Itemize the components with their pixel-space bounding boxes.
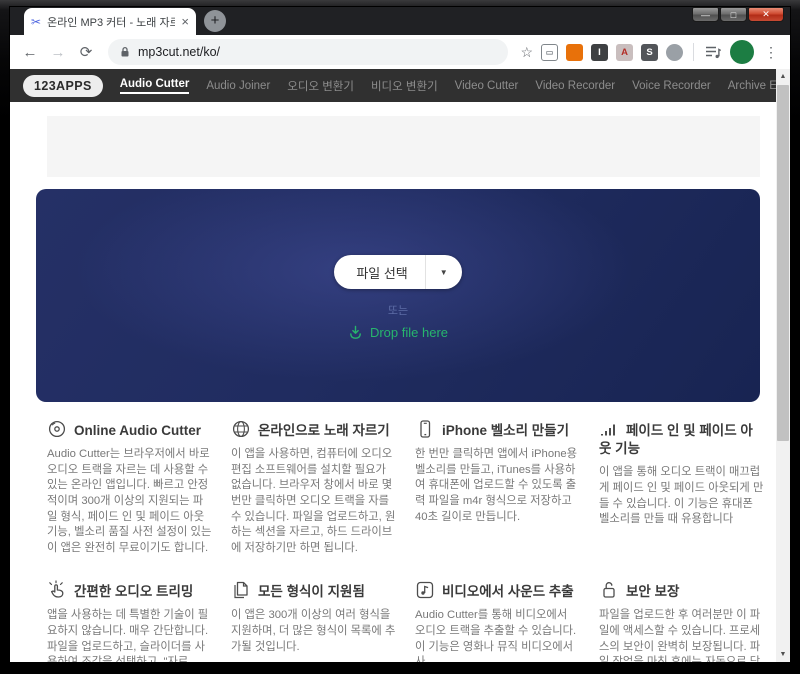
lock-icon [121, 46, 129, 57]
file-select-label: 파일 선택 [356, 265, 408, 281]
new-tab-button[interactable]: + [204, 10, 226, 32]
feature-iphone-ringtone: iPhone 벨소리 만들기 한 번만 클릭하면 앱에서 iPhone용 벨소리… [415, 419, 580, 556]
nav-item-video-converter[interactable]: 비디오 변환기 [371, 78, 438, 94]
feature-title: 온라인으로 노래 자르기 [258, 423, 390, 438]
ad-placeholder [47, 116, 760, 177]
scroll-down-icon[interactable]: ▼ [780, 647, 787, 662]
padlock-icon [603, 582, 615, 598]
browser-menu-icon[interactable]: ⋮ [762, 44, 780, 61]
minimize-icon: — [701, 9, 710, 20]
nav-item-audio-joiner[interactable]: Audio Joiner [206, 80, 270, 92]
iphone-icon [420, 420, 431, 438]
scrollbar-thumb[interactable] [777, 85, 789, 441]
upload-dropzone[interactable]: 파일 선택 ▼ 또는 Drop file here [36, 189, 760, 402]
globe-icon [232, 420, 250, 438]
download-icon [350, 325, 361, 339]
drop-file-link[interactable]: Drop file here [348, 325, 448, 340]
feature-text: Audio Cutter는 브라우저에서 바로 오디오 트랙을 자르는 데 사용… [47, 448, 212, 554]
page-content: 파일 선택 ▼ 또는 Drop file here Online Audio C… [10, 102, 776, 662]
feature-online-audio-cutter: Online Audio Cutter Audio Cutter는 브라우저에서… [47, 419, 212, 556]
drop-file-label: Drop file here [369, 325, 449, 340]
disc-icon [48, 420, 66, 438]
maximize-button[interactable]: □ [720, 7, 747, 22]
document-icon [234, 582, 248, 599]
minimize-button[interactable]: — [692, 7, 719, 22]
reload-icon[interactable]: ⟳ [76, 43, 96, 61]
window-controls: — □ ✕ [692, 7, 784, 22]
feature-cut-online: 온라인으로 노래 자르기 이 앱을 사용하면, 컴퓨터에 오디오 편집 소프트웨… [231, 419, 396, 556]
feature-title: iPhone 벨소리 만들기 [442, 423, 570, 438]
feature-title: 보안 보장 [626, 584, 680, 600]
feature-text: 파일을 업로드한 후 여러분만 이 파일에 액세스할 수 있습니다. 프로세스의… [599, 609, 761, 662]
nav-item-voice-recorder[interactable]: Voice Recorder [632, 80, 711, 92]
maximize-icon: □ [730, 9, 737, 20]
site-navbar: 123APPS Audio Cutter Audio Joiner 오디오 변환… [10, 69, 790, 102]
browser-window: ✂ 온라인 MP3 커터 - 노래 자르기 × + ← → ⟳ mp3cut.n… [10, 7, 790, 662]
chevron-down-icon[interactable]: ▼ [426, 255, 462, 289]
pip-extension-icon[interactable]: ▭ [541, 43, 558, 61]
file-select-button[interactable]: 파일 선택 ▼ [334, 255, 462, 289]
acrobat-extension-icon[interactable]: A [616, 43, 633, 61]
feature-text: 이 앱은 300개 이상의 여러 형식을 지원하며, 더 많은 형식이 목록에 … [231, 609, 396, 653]
address-bar[interactable]: mp3cut.net/ko/ [108, 39, 509, 65]
toolbar-separator [693, 43, 694, 61]
feature-extract-sound: 비디오에서 사운드 추출 Audio Cutter를 통해 비디오에서 오디오 … [415, 580, 580, 662]
tab-title: 온라인 MP3 커터 - 노래 자르기 [47, 16, 176, 29]
feature-title: 모든 형식이 지원됨 [258, 584, 365, 600]
feature-text: 한 번만 클릭하면 앱에서 iPhone용 벨소리를 만들고, iTunes를 … [415, 448, 578, 523]
media-queue-icon[interactable] [704, 44, 722, 60]
feature-text: 이 앱을 사용하면, 컴퓨터에 오디오 편집 소프트웨어를 설치할 필요가 없습… [231, 448, 396, 554]
logo-123apps[interactable]: 123APPS [23, 74, 103, 97]
feature-title: 간편한 오디오 트리밍 [74, 584, 194, 600]
scroll-up-icon[interactable]: ▲ [780, 69, 787, 84]
feature-fade-in-out: 페이드 인 및 페이드 아웃 기능 이 앱을 통해 오디오 트랙이 매끄럽게 페… [599, 419, 764, 556]
fade-bars-icon [601, 424, 615, 436]
bookmark-star-icon[interactable]: ☆ [520, 44, 533, 61]
hand-click-icon [49, 580, 64, 598]
nav-item-audio-cutter[interactable]: Audio Cutter [119, 78, 190, 94]
scissors-favicon-icon: ✂ [31, 14, 42, 29]
feature-easy-trimming: 간편한 오디오 트리밍 앱을 사용하는 데 특별한 기술이 필요하지 않습니다.… [47, 580, 212, 662]
or-label: 또는 [387, 305, 409, 317]
round-extension-icon[interactable] [666, 43, 683, 61]
feature-all-formats: 모든 형식이 지원됨 이 앱은 300개 이상의 여러 형식을 지원하며, 더 … [231, 580, 396, 662]
back-icon[interactable]: ← [20, 44, 40, 61]
feature-title: 페이드 인 및 페이드 아웃 기능 [599, 423, 753, 457]
browser-tab[interactable]: ✂ 온라인 MP3 커터 - 노래 자르기 × [24, 8, 196, 35]
nav-item-video-recorder[interactable]: Video Recorder [535, 80, 615, 92]
page-scrollbar[interactable]: ▲ ▼ [776, 69, 790, 662]
browser-toolbar: ← → ⟳ mp3cut.net/ko/ ☆ ▭ I A S ⋮ [10, 35, 790, 69]
feature-text: Audio Cutter를 통해 비디오에서 오디오 트랙을 추출할 수 있습니… [415, 609, 577, 662]
close-icon: ✕ [762, 9, 770, 19]
features-grid: Online Audio Cutter Audio Cutter는 브라우저에서… [47, 419, 764, 662]
music-note-icon [416, 582, 434, 599]
profile-avatar[interactable] [730, 40, 754, 64]
nav-item-video-cutter[interactable]: Video Cutter [455, 80, 519, 92]
tab-strip: ✂ 온라인 MP3 커터 - 노래 자르기 × + [10, 7, 790, 35]
forward-icon[interactable]: → [48, 44, 68, 61]
feature-title: Online Audio Cutter [74, 423, 201, 438]
i-extension-icon[interactable]: I [591, 43, 608, 61]
tab-close-icon[interactable]: × [181, 14, 189, 29]
url-text[interactable]: mp3cut.net/ko/ [138, 45, 220, 59]
feature-security: 보안 보장 파일을 업로드한 후 여러분만 이 파일에 액세스할 수 있습니다.… [599, 580, 764, 662]
feature-text: 이 앱을 통해 오디오 트랙이 매끄럽게 페이드 인 및 페이드 아웃되게 만들… [599, 466, 764, 526]
nav-item-audio-converter[interactable]: 오디오 변환기 [287, 78, 354, 94]
orange-extension-icon[interactable] [566, 43, 583, 61]
feature-text: 앱을 사용하는 데 특별한 기술이 필요하지 않습니다. 매우 간단합니다. 파… [47, 609, 209, 662]
feature-title: 비디오에서 사운드 추출 [442, 584, 574, 600]
close-button[interactable]: ✕ [748, 7, 784, 22]
s-extension-icon[interactable]: S [641, 43, 658, 61]
